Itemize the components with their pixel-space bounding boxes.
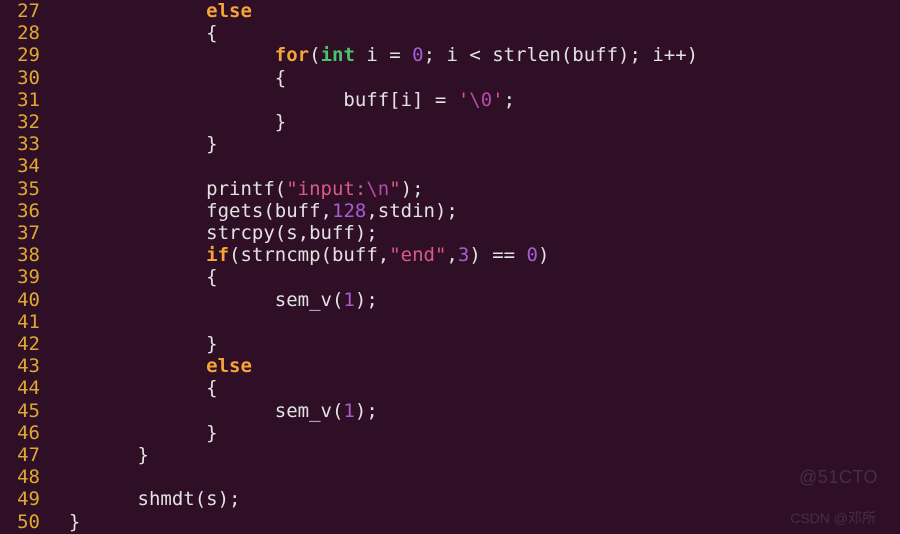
- code-line[interactable]: 36 fgets(buff,128,stdin);: [0, 200, 900, 222]
- code-line[interactable]: 34: [0, 155, 900, 177]
- code-content[interactable]: {: [46, 22, 900, 44]
- code-line[interactable]: 35 printf("input:\n");: [0, 178, 900, 200]
- line-number: 46: [0, 422, 46, 444]
- code-line[interactable]: 40 sem_v(1);: [0, 289, 900, 311]
- line-number: 36: [0, 200, 46, 222]
- code-content[interactable]: sem_v(1);: [46, 289, 900, 311]
- code-content[interactable]: printf("input:\n");: [46, 178, 900, 200]
- line-number: 34: [0, 155, 46, 177]
- code-content[interactable]: [46, 311, 900, 333]
- code-content[interactable]: [46, 466, 900, 488]
- code-line[interactable]: 48: [0, 466, 900, 488]
- code-line[interactable]: 28 {: [0, 22, 900, 44]
- code-content[interactable]: {: [46, 67, 900, 89]
- line-number: 27: [0, 0, 46, 22]
- code-content[interactable]: fgets(buff,128,stdin);: [46, 200, 900, 222]
- code-content[interactable]: strcpy(s,buff);: [46, 222, 900, 244]
- line-number: 29: [0, 44, 46, 66]
- code-content[interactable]: shmdt(s);: [46, 488, 900, 510]
- code-editor[interactable]: @51CTO CSDN @邓所 27 else28 {29 for(int i …: [0, 0, 900, 534]
- line-number: 39: [0, 266, 46, 288]
- code-line[interactable]: 39 {: [0, 266, 900, 288]
- code-content[interactable]: else: [46, 355, 900, 377]
- code-line[interactable]: 43 else: [0, 355, 900, 377]
- code-content[interactable]: }: [46, 422, 900, 444]
- code-content[interactable]: buff[i] = '\0';: [46, 89, 900, 111]
- line-number: 43: [0, 355, 46, 377]
- line-number: 44: [0, 377, 46, 399]
- code-content[interactable]: [46, 155, 900, 177]
- line-number: 35: [0, 178, 46, 200]
- code-content[interactable]: }: [46, 111, 900, 133]
- code-line[interactable]: 45 sem_v(1);: [0, 400, 900, 422]
- code-line[interactable]: 38 if(strncmp(buff,"end",3) == 0): [0, 244, 900, 266]
- line-number: 49: [0, 488, 46, 510]
- code-line[interactable]: 30 {: [0, 67, 900, 89]
- code-line[interactable]: 44 {: [0, 377, 900, 399]
- line-number: 40: [0, 289, 46, 311]
- code-content[interactable]: if(strncmp(buff,"end",3) == 0): [46, 244, 900, 266]
- line-number: 50: [0, 511, 46, 533]
- line-number: 38: [0, 244, 46, 266]
- code-content[interactable]: else: [46, 0, 900, 22]
- line-number: 48: [0, 466, 46, 488]
- line-number: 41: [0, 311, 46, 333]
- code-line[interactable]: 31 buff[i] = '\0';: [0, 89, 900, 111]
- code-line[interactable]: 27 else: [0, 0, 900, 22]
- line-number: 37: [0, 222, 46, 244]
- code-content[interactable]: {: [46, 266, 900, 288]
- code-line[interactable]: 33 }: [0, 133, 900, 155]
- line-number: 32: [0, 111, 46, 133]
- code-content[interactable]: {: [46, 377, 900, 399]
- code-line[interactable]: 47 }: [0, 444, 900, 466]
- line-number: 30: [0, 67, 46, 89]
- line-number: 45: [0, 400, 46, 422]
- code-line[interactable]: 37 strcpy(s,buff);: [0, 222, 900, 244]
- code-content[interactable]: sem_v(1);: [46, 400, 900, 422]
- code-line[interactable]: 50 }: [0, 511, 900, 533]
- code-content[interactable]: }: [46, 444, 900, 466]
- code-line[interactable]: 49 shmdt(s);: [0, 488, 900, 510]
- code-line[interactable]: 29 for(int i = 0; i < strlen(buff); i++): [0, 44, 900, 66]
- code-line[interactable]: 42 }: [0, 333, 900, 355]
- line-number: 42: [0, 333, 46, 355]
- code-content[interactable]: }: [46, 511, 900, 533]
- line-number: 28: [0, 22, 46, 44]
- code-line[interactable]: 32 }: [0, 111, 900, 133]
- code-line[interactable]: 41: [0, 311, 900, 333]
- line-number: 47: [0, 444, 46, 466]
- code-content[interactable]: for(int i = 0; i < strlen(buff); i++): [46, 44, 900, 66]
- line-number: 33: [0, 133, 46, 155]
- code-content[interactable]: }: [46, 333, 900, 355]
- line-number: 31: [0, 89, 46, 111]
- code-line[interactable]: 46 }: [0, 422, 900, 444]
- code-content[interactable]: }: [46, 133, 900, 155]
